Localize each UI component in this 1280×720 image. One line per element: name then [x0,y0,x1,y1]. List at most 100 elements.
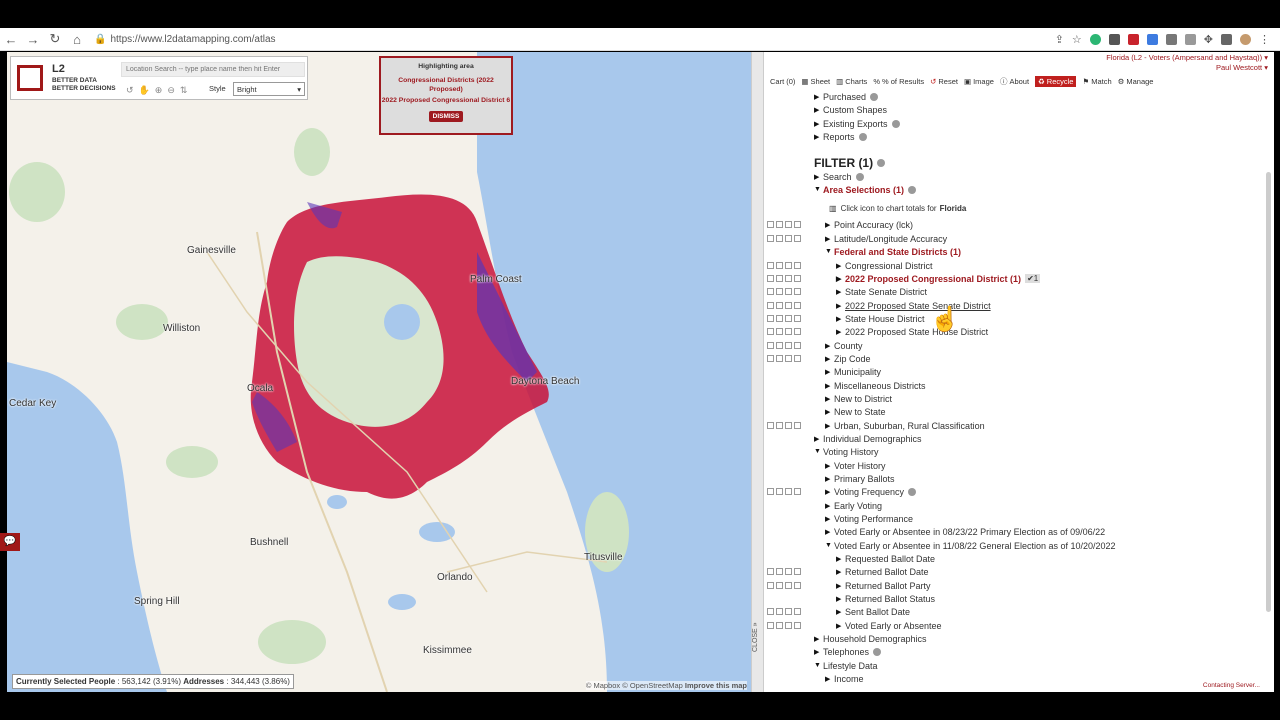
expanded-triangle-icon[interactable]: ▼ [814,186,823,193]
row-action-icon[interactable] [794,582,801,589]
forward-icon[interactable]: → [22,32,44,47]
collapsed-triangle-icon[interactable]: ▶ [825,462,834,470]
row-action-icon[interactable] [794,328,801,335]
tree-row[interactable]: ▶ Household Demographics [814,632,927,645]
collapsed-triangle-icon[interactable]: ▶ [825,675,834,683]
extension-icon-grid[interactable] [1108,33,1120,45]
row-action-icon[interactable] [767,275,774,282]
expanded-triangle-icon[interactable]: ▼ [814,662,823,669]
star-icon[interactable]: ☆ [1072,33,1082,46]
collapsed-triangle-icon[interactable]: ▶ [814,106,823,114]
collapsed-triangle-icon[interactable]: ▶ [814,173,823,181]
address-bar[interactable]: 🔒 https://www.l2datamapping.com/atlas [94,34,276,45]
row-action-icons[interactable] [767,339,801,352]
tree-row[interactable]: ▶ Reports [814,130,867,143]
about-button[interactable]: ⓘ About [1000,76,1029,87]
row-action-icon[interactable] [767,328,774,335]
row-action-icon[interactable] [767,235,774,242]
collapsed-triangle-icon[interactable]: ▶ [836,622,845,630]
tree-row[interactable]: ▶ Early Voting [825,499,882,512]
row-action-icon[interactable] [785,262,792,269]
row-action-icon[interactable] [785,235,792,242]
help-icon[interactable] [891,119,900,128]
tree-row[interactable]: ▶ Point Accuracy (lck) [825,218,913,231]
extension-icon-gray[interactable] [1165,33,1177,45]
extension-icon-box[interactable] [1184,33,1196,45]
tree-row[interactable]: ▶ Urban, Suburban, Rural Classification [825,419,985,432]
row-action-icons[interactable] [767,259,801,272]
row-action-icon[interactable] [767,622,774,629]
tree-row[interactable]: ▶ Zip Code [825,352,871,365]
extension-icon-green[interactable] [1089,33,1101,45]
row-action-icon[interactable] [767,302,774,309]
row-action-icons[interactable] [767,218,801,231]
rotate-left-icon[interactable]: ↺ [126,85,134,96]
help-icon[interactable] [908,487,917,496]
row-action-icons[interactable] [767,579,801,592]
row-action-icon[interactable] [767,582,774,589]
expanded-triangle-icon[interactable]: ▼ [825,248,834,255]
row-action-icon[interactable] [767,262,774,269]
tree-row[interactable]: ▶ Sent Ballot Date [836,605,910,618]
collapsed-triangle-icon[interactable]: ▶ [825,488,834,496]
row-action-icons[interactable] [767,619,801,632]
row-action-icon[interactable] [776,328,783,335]
reset-button[interactable]: ↺ Reset [930,77,958,86]
row-action-icon[interactable] [767,315,774,322]
collapsed-triangle-icon[interactable]: ▶ [814,648,823,656]
collapsed-triangle-icon[interactable]: ▶ [825,475,834,483]
collapsed-triangle-icon[interactable]: ▶ [825,342,834,350]
row-action-icon[interactable] [785,422,792,429]
tree-row[interactable]: ▶ Municipality [825,365,881,378]
row-action-icon[interactable] [776,262,783,269]
row-action-icon[interactable] [776,422,783,429]
tree-row[interactable]: ▶ Voted Early or Absentee [836,619,942,632]
charts-button[interactable]: ▥ Charts [836,77,867,86]
collapsed-triangle-icon[interactable]: ▶ [825,502,834,510]
row-action-icon[interactable] [767,568,774,575]
row-action-icon[interactable] [785,275,792,282]
tree-row[interactable]: FILTER (1) [814,155,886,171]
tree-row[interactable]: ▶ Individual Demographics [814,432,922,445]
tree-row[interactable]: ▶ New to State [825,405,886,418]
help-icon[interactable] [873,647,882,656]
collapsed-triangle-icon[interactable]: ▶ [836,582,845,590]
row-action-icon[interactable] [785,608,792,615]
collapsed-triangle-icon[interactable]: ▶ [814,435,823,443]
collapsed-triangle-icon[interactable]: ▶ [814,93,823,101]
collapsed-triangle-icon[interactable]: ▶ [836,555,845,563]
close-panel-button[interactable]: CLOSE » [752,612,763,662]
row-action-icon[interactable] [776,315,783,322]
row-action-icon[interactable] [785,302,792,309]
row-action-icons[interactable] [767,232,801,245]
tree-row[interactable]: ▶ New to District [825,392,892,405]
row-action-icons[interactable] [767,565,801,578]
row-action-icon[interactable] [776,221,783,228]
row-action-icon[interactable] [776,342,783,349]
row-action-icon[interactable] [767,288,774,295]
collapsed-triangle-icon[interactable]: ▶ [814,635,823,643]
row-action-icon[interactable] [785,328,792,335]
tree-row[interactable]: ▶ State Senate District [836,285,927,298]
tree-row[interactable]: ▶ Telephones [814,645,882,658]
user-name[interactable]: Paul Westcott [1216,63,1262,72]
help-icon[interactable] [870,92,879,101]
location-search-input[interactable] [121,62,305,77]
row-action-icons[interactable] [767,285,801,298]
collapsed-triangle-icon[interactable]: ▶ [814,120,823,128]
collapsed-triangle-icon[interactable]: ▶ [836,568,845,576]
row-action-icon[interactable] [785,582,792,589]
help-icon[interactable] [858,132,867,141]
expanded-triangle-icon[interactable]: ▼ [825,542,834,549]
row-action-icons[interactable] [767,485,801,498]
expanded-triangle-icon[interactable]: ▼ [814,448,823,455]
tree-row[interactable]: ▶ Returned Ballot Status [836,592,935,605]
reload-icon[interactable]: ↻ [44,31,66,47]
collapsed-triangle-icon[interactable]: ▶ [825,528,834,536]
back-icon[interactable]: ← [0,32,22,47]
share-icon[interactable]: ⇪ [1055,33,1064,46]
row-action-icon[interactable] [776,622,783,629]
collapsed-triangle-icon[interactable]: ▶ [836,328,845,336]
improve-map-link[interactable]: Improve this map [685,681,747,690]
tree-row[interactable]: ▶ State House District [836,312,925,325]
